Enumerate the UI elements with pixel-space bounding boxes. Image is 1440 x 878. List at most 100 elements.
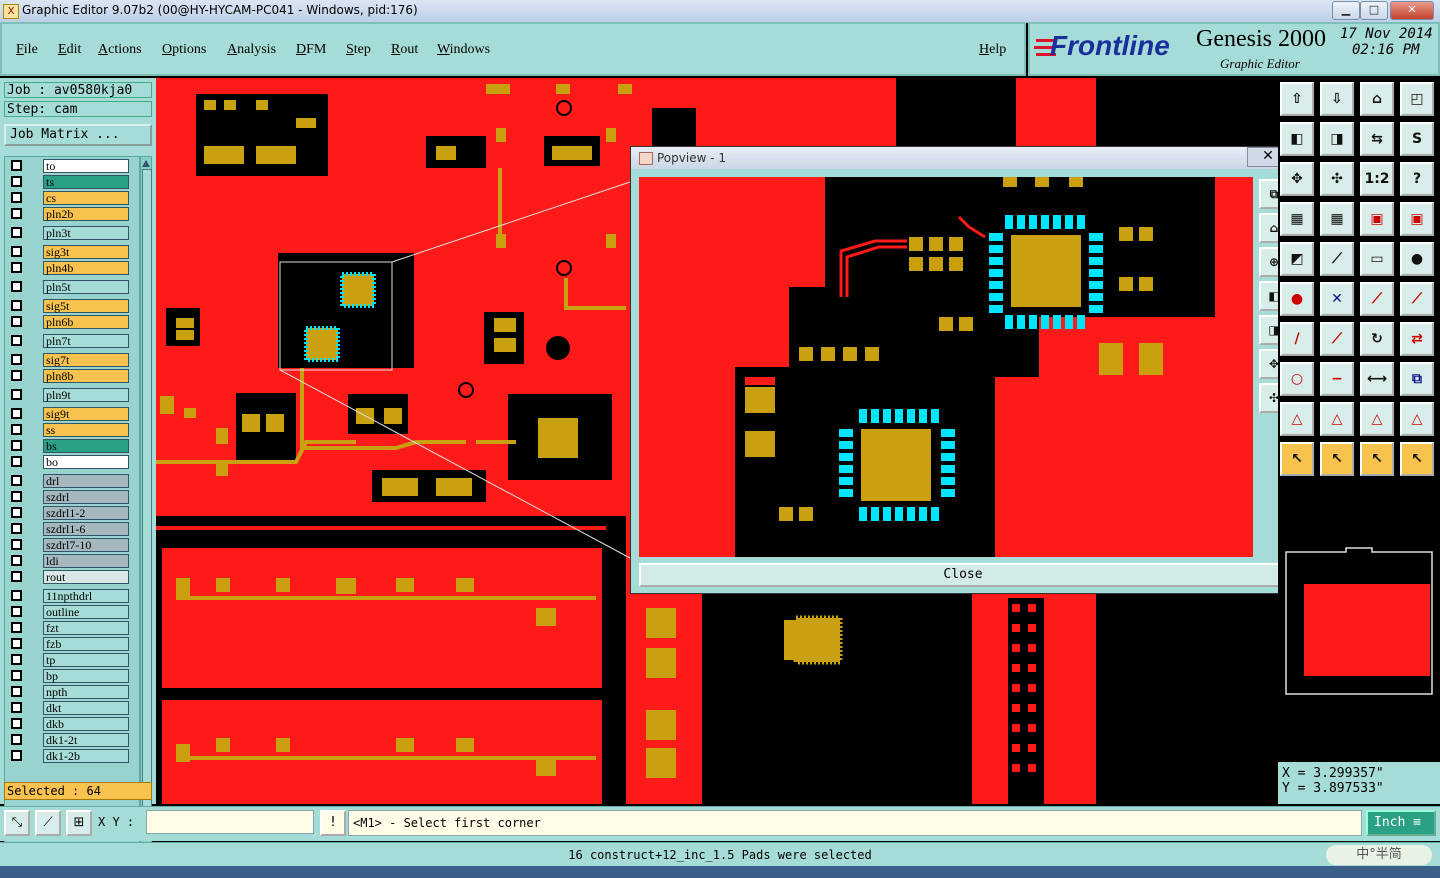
layer-checkbox[interactable]: [11, 408, 22, 419]
tool-mirror-button[interactable]: ⇆: [1360, 122, 1394, 156]
layer-row-pln4b[interactable]: pln4b: [7, 261, 137, 276]
layer-label[interactable]: pln9t: [43, 388, 129, 402]
tool-measure-button[interactable]: ⟷: [1360, 362, 1394, 396]
zoom-area-button[interactable]: ⤡: [4, 810, 30, 836]
layer-checkbox[interactable]: [11, 491, 22, 502]
layer-row-szdrl[interactable]: szdrl: [7, 490, 137, 505]
layer-row-tp[interactable]: tp: [7, 653, 137, 668]
layer-checkbox[interactable]: [11, 281, 22, 292]
layer-checkbox[interactable]: [11, 440, 22, 451]
layer-row-fzt[interactable]: fzt: [7, 621, 137, 636]
layer-label[interactable]: pln3t: [43, 226, 129, 240]
layer-row-cs[interactable]: cs: [7, 191, 137, 206]
layer-checkbox[interactable]: [11, 389, 22, 400]
layer-row-bs[interactable]: bs: [7, 439, 137, 454]
layer-checkbox[interactable]: [11, 262, 22, 273]
layer-label[interactable]: tp: [43, 653, 129, 667]
layer-checkbox[interactable]: [11, 539, 22, 550]
tool-components2-button[interactable]: ▣: [1400, 202, 1434, 236]
layer-checkbox[interactable]: [11, 571, 22, 582]
layer-row-ts[interactable]: ts: [7, 175, 137, 190]
layer-checkbox[interactable]: [11, 555, 22, 566]
tool-window-button[interactable]: ◰: [1400, 82, 1434, 116]
menu-step[interactable]: Step: [346, 42, 371, 58]
layer-row-pln3t[interactable]: pln3t: [7, 226, 137, 241]
layer-row-szdrl7-10[interactable]: szdrl7-10: [7, 538, 137, 553]
layer-checkbox[interactable]: [11, 456, 22, 467]
layer-row-szdrl1-2[interactable]: szdrl1-2: [7, 506, 137, 521]
layer-row-szdrl1-6[interactable]: szdrl1-6: [7, 522, 137, 537]
layer-checkbox[interactable]: [11, 335, 22, 346]
layer-row-pln7t[interactable]: pln7t: [7, 334, 137, 349]
layer-label[interactable]: 11npthdrl: [43, 589, 129, 603]
layer-label[interactable]: to: [43, 159, 129, 173]
popview-close-button[interactable]: Close: [639, 563, 1287, 587]
popview-canvas[interactable]: [639, 177, 1253, 557]
layer-label[interactable]: sig7t: [43, 353, 129, 367]
layer-label[interactable]: pln2b: [43, 207, 129, 221]
layer-row-ldi[interactable]: ldi: [7, 554, 137, 569]
layer-label[interactable]: szdrl: [43, 490, 129, 504]
menu-dfm[interactable]: DFM: [296, 42, 326, 58]
layer-row-pln2b[interactable]: pln2b: [7, 207, 137, 222]
popview-title-bar[interactable]: Popview - 1 ✕: [631, 147, 1295, 169]
units-selector[interactable]: Inch ≡: [1366, 810, 1436, 836]
layer-row-ss[interactable]: ss: [7, 423, 137, 438]
layer-checkbox[interactable]: [11, 160, 22, 171]
layer-checkbox[interactable]: [11, 300, 22, 311]
layer-row-to[interactable]: to: [7, 159, 137, 174]
layer-row-bo[interactable]: bo: [7, 455, 137, 470]
tool-cursor-button[interactable]: ↖: [1280, 442, 1314, 476]
tool-down-button[interactable]: ⇩: [1320, 82, 1354, 116]
layer-row-dkt[interactable]: dkt: [7, 701, 137, 716]
layer-label[interactable]: szdrl1-2: [43, 506, 129, 520]
tool-select2-button[interactable]: ↖: [1360, 442, 1394, 476]
layer-label[interactable]: pln6b: [43, 315, 129, 329]
tool-slash-button[interactable]: /: [1280, 322, 1314, 356]
layer-checkbox[interactable]: [11, 176, 22, 187]
layer-label[interactable]: ts: [43, 175, 129, 189]
layer-checkbox[interactable]: [11, 750, 22, 761]
tool-center-button[interactable]: ✣: [1320, 162, 1354, 196]
tool-cross-button[interactable]: ✕: [1320, 282, 1354, 316]
layer-row-npth[interactable]: npth: [7, 685, 137, 700]
layer-checkbox[interactable]: [11, 354, 22, 365]
ime-indicator[interactable]: 中°半简: [1326, 845, 1432, 865]
job-matrix-button[interactable]: Job Matrix ...: [4, 124, 152, 146]
layer-label[interactable]: dkb: [43, 717, 129, 731]
layer-row-pln8b[interactable]: pln8b: [7, 369, 137, 384]
tool-dot-button[interactable]: ○: [1280, 362, 1314, 396]
menu-help[interactable]: Help: [979, 42, 1006, 58]
menu-file[interactable]: File: [16, 42, 38, 58]
layer-checkbox[interactable]: [11, 590, 22, 601]
tool-right-button[interactable]: ◨: [1320, 122, 1354, 156]
layer-checkbox[interactable]: [11, 718, 22, 729]
layer-checkbox[interactable]: [11, 734, 22, 745]
menu-windows[interactable]: Windows: [437, 42, 490, 58]
tool-scale-button[interactable]: 1:2: [1360, 162, 1394, 196]
layer-checkbox[interactable]: [11, 606, 22, 617]
layer-row-sig5t[interactable]: sig5t: [7, 299, 137, 314]
menu-edit[interactable]: Edit: [58, 42, 81, 58]
layer-label[interactable]: sig3t: [43, 245, 129, 259]
alert-button[interactable]: !: [320, 810, 346, 836]
maximize-button[interactable]: □: [1360, 1, 1388, 20]
menu-rout[interactable]: Rout: [391, 42, 418, 58]
tool-s-button[interactable]: S: [1400, 122, 1434, 156]
layer-row-bp[interactable]: bp: [7, 669, 137, 684]
tool-top-button[interactable]: ⇧: [1280, 82, 1314, 116]
layer-label[interactable]: bs: [43, 439, 129, 453]
layer-checkbox[interactable]: [11, 316, 22, 327]
popview-window[interactable]: Popview - 1 ✕ ⧉ ⌂ ⊕ ◧ ◨ ✥ ✣ Close: [630, 146, 1296, 594]
layer-list-scrollbar[interactable]: [140, 156, 152, 849]
layer-checkbox[interactable]: [11, 654, 22, 665]
layer-label[interactable]: pln4b: [43, 261, 129, 275]
layer-label[interactable]: sig5t: [43, 299, 129, 313]
layer-checkbox[interactable]: [11, 192, 22, 203]
tool-rotate-button[interactable]: ↻: [1360, 322, 1394, 356]
layer-checkbox[interactable]: [11, 702, 22, 713]
tool-help-button[interactable]: ?: [1400, 162, 1434, 196]
scroll-thumb[interactable]: [142, 169, 152, 831]
layer-row-fzb[interactable]: fzb: [7, 637, 137, 652]
layer-label[interactable]: ldi: [43, 554, 129, 568]
